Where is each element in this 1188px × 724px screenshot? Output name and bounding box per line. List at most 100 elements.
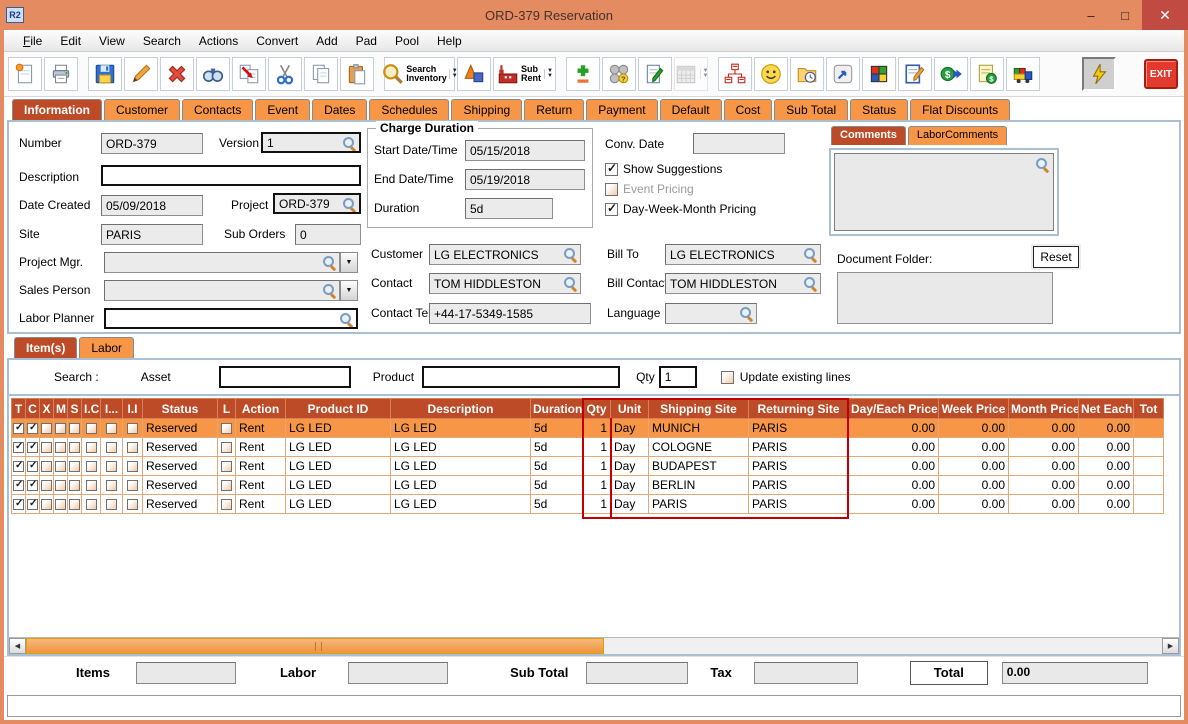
cell-day-each-price[interactable]: 0.00 [848,456,939,476]
toolbar-calendar-button[interactable]: ▼ ▼ [674,57,708,91]
menu-add[interactable]: Add [307,32,346,50]
toolbar-launch-key-button[interactable] [826,57,860,91]
document-folder-textarea[interactable] [837,272,1053,324]
event-pricing-checkbox[interactable] [605,182,618,196]
tab-status[interactable]: Status [850,99,909,120]
customer-field[interactable]: LG ELECTRONICS [429,244,581,265]
cell-i-i[interactable] [122,418,143,438]
table-row[interactable]: ReservedRentLG LEDLG LED5d1DayMUNICHPARI… [11,418,1164,438]
description-field[interactable] [101,165,361,186]
row-i-checkbox[interactable] [106,423,117,435]
column-header-s[interactable]: S [67,398,82,419]
table-row[interactable]: ReservedRentLG LEDLG LED5d1DayPARISPARIS… [11,494,1164,514]
toolbar-sites-button[interactable] [718,57,752,91]
menu-pool[interactable]: Pool [386,32,428,50]
language-field[interactable] [665,303,757,324]
cell-i-c[interactable] [81,418,101,438]
cell-i[interactable] [100,494,123,514]
items-tab-labor[interactable]: Labor [79,337,135,358]
toolbar-paste-button[interactable] [340,57,374,91]
cell-status[interactable]: Reserved [142,456,218,476]
cell-shipping-site[interactable]: PARIS [648,494,749,514]
column-header-duration[interactable]: Duration [530,398,583,419]
tab-payment[interactable]: Payment [586,99,658,120]
cell-duration[interactable]: 5d [530,475,583,495]
cell-l[interactable] [217,475,236,495]
row-i-i-checkbox[interactable] [127,442,138,454]
cell-tot[interactable] [1133,475,1164,495]
search-icon[interactable] [322,255,337,270]
cell-i-i[interactable] [122,456,143,476]
cell-i-c[interactable] [81,456,101,476]
row-s-checkbox[interactable] [69,423,80,435]
maximize-button[interactable]: □ [1108,0,1142,30]
column-header-l[interactable]: L [217,398,236,419]
contact-tel-field[interactable]: +44-17-5349-1585 [429,303,591,324]
row-m-checkbox[interactable] [55,423,66,435]
cell-description[interactable]: LG LED [390,418,531,438]
menu-search[interactable]: Search [134,32,190,50]
cell-i[interactable] [100,475,123,495]
tab-dates[interactable]: Dates [312,99,368,120]
cell-l[interactable] [217,494,236,514]
cell-description[interactable]: LG LED [390,456,531,476]
cell-t[interactable] [11,418,26,438]
menu-pad[interactable]: Pad [347,32,386,50]
column-header-m[interactable]: M [53,398,68,419]
toolbar-flash-button[interactable] [1082,57,1116,91]
search-icon[interactable] [739,306,754,321]
column-header-day-each-price[interactable]: Day/Each Price [848,398,939,419]
cell-t[interactable] [11,456,26,476]
cell-i-i[interactable] [122,494,143,514]
dropdown-arrows-icon[interactable]: ▼ ▼ [544,68,553,79]
tab-schedules[interactable]: Schedules [369,99,450,120]
cell-net-each[interactable]: 0.00 [1078,437,1134,457]
items-total-field[interactable] [135,661,236,684]
toolbar-delete-button[interactable] [160,57,194,91]
row-l-checkbox[interactable] [221,480,232,492]
row-t-checkbox[interactable] [13,460,24,473]
row-i-i-checkbox[interactable] [127,499,138,511]
cell-product-id[interactable]: LG LED [285,437,391,457]
tab-shipping[interactable]: Shipping [451,99,523,120]
column-header-i[interactable]: I... [100,398,123,419]
search-icon[interactable] [563,247,578,262]
row-l-checkbox[interactable] [221,461,232,473]
cell-product-id[interactable]: LG LED [285,475,391,495]
search-icon[interactable] [1035,157,1050,172]
menu-convert[interactable]: Convert [247,32,307,50]
cell-day-each-price[interactable]: 0.00 [848,437,939,457]
menu-edit[interactable]: Edit [51,32,90,50]
row-m-checkbox[interactable] [55,442,66,454]
row-m-checkbox[interactable] [55,499,66,511]
cell-day-each-price[interactable]: 0.00 [848,418,939,438]
cell-i-i[interactable] [122,437,143,457]
toolbar-exit-button[interactable]: EXIT [1144,59,1178,89]
close-button[interactable]: ✕ [1142,0,1188,30]
cell-action[interactable]: Rent [235,475,286,495]
date-created-field[interactable]: 05/09/2018 [101,195,203,216]
cell-tot[interactable] [1133,437,1164,457]
conv-date-field[interactable] [693,133,785,154]
dropdown-arrows-icon[interactable]: ▼ ▼ [699,68,708,79]
cell-duration[interactable]: 5d [530,437,583,457]
items-table[interactable]: T C X M S I.C I... I.I Status L Action Product ID De… [11,398,1164,514]
tab-information[interactable]: Information [12,99,102,120]
toolbar-billing-transfer-button[interactable]: $ [934,57,968,91]
cell-tot[interactable] [1133,418,1164,438]
row-x-checkbox[interactable] [41,499,52,511]
row-x-checkbox[interactable] [41,423,52,435]
cell-l[interactable] [217,418,236,438]
row-s-checkbox[interactable] [69,499,80,511]
cell-x[interactable] [39,418,54,438]
menu-help[interactable]: Help [428,32,471,50]
menu-view[interactable]: View [90,32,134,50]
cell-status[interactable]: Reserved [142,494,218,514]
cell-day-each-price[interactable]: 0.00 [848,475,939,495]
row-i-i-checkbox[interactable] [127,423,138,435]
row-s-checkbox[interactable] [69,480,80,492]
row-i-checkbox[interactable] [106,480,117,492]
cell-s[interactable] [67,456,82,476]
cell-s[interactable] [67,437,82,457]
cell-action[interactable]: Rent [235,437,286,457]
